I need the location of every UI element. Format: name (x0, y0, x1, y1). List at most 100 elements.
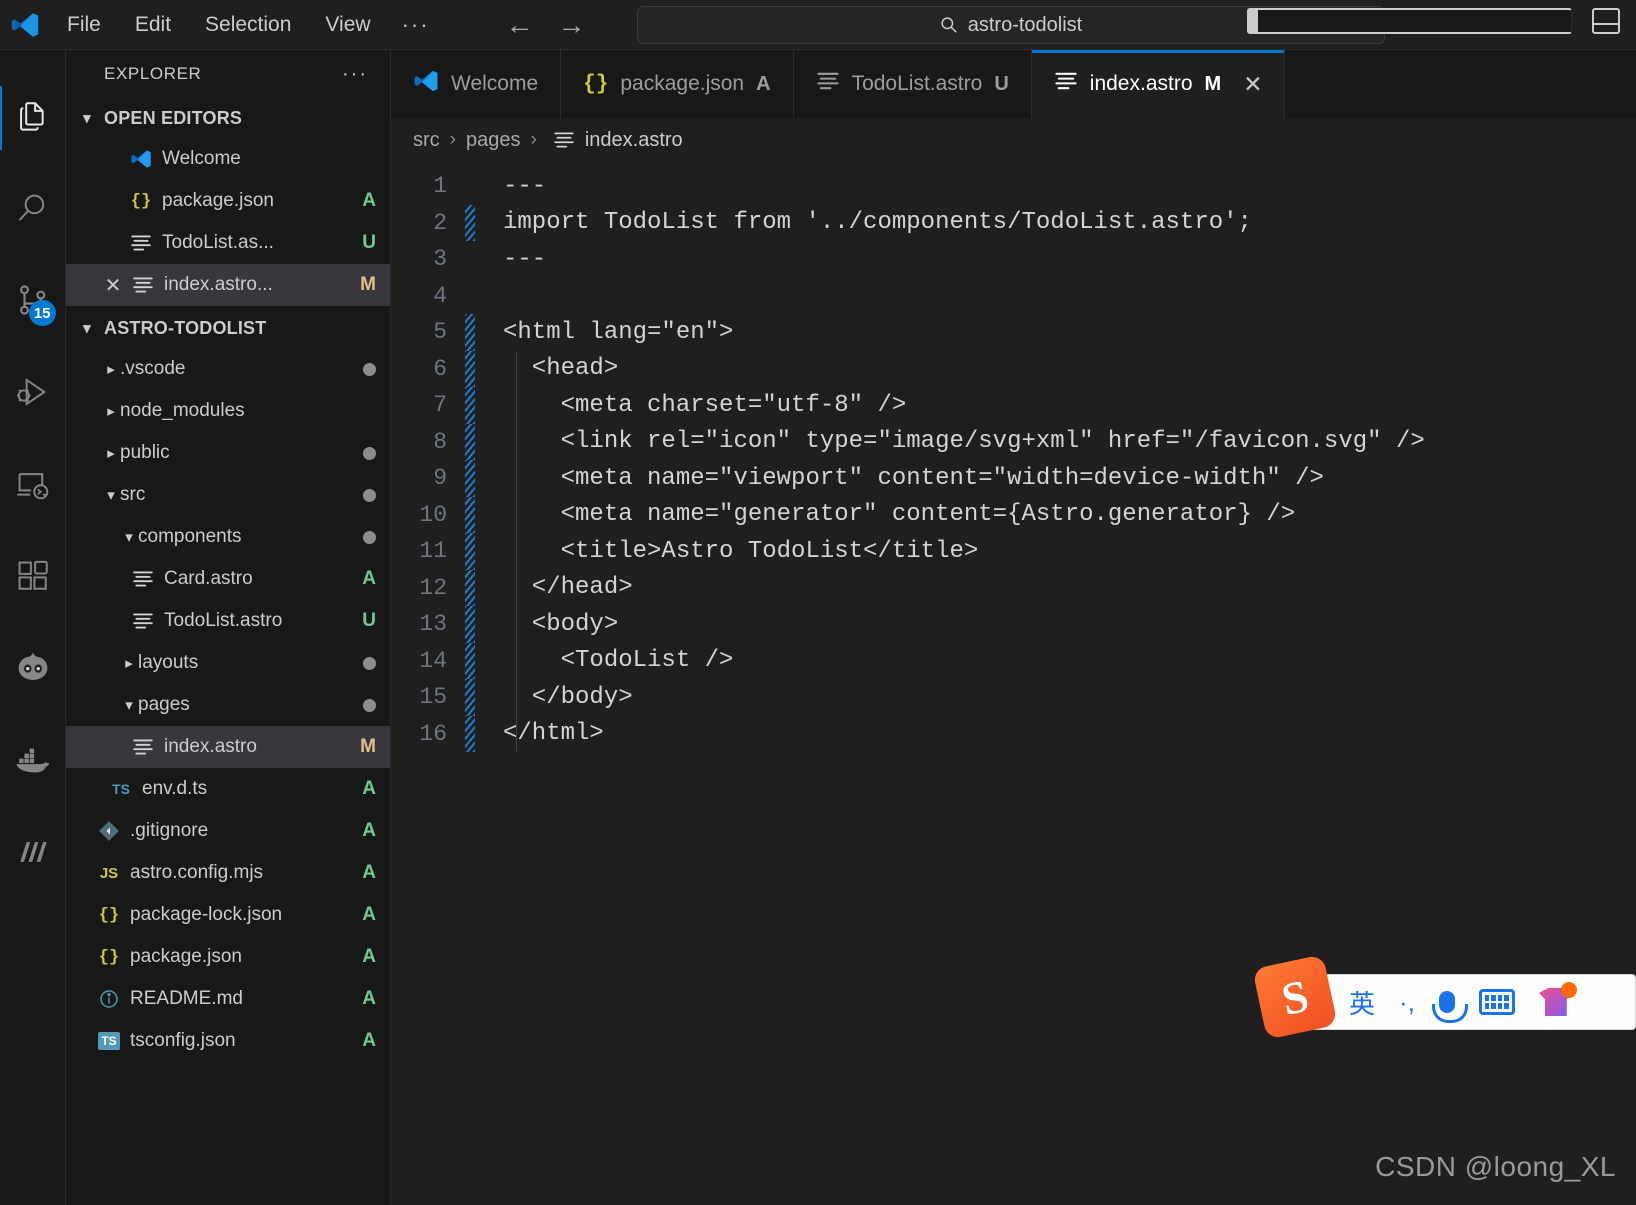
close-editor-icon[interactable]: ✕ (98, 273, 128, 298)
explorer-sidebar: EXPLORER ··· ▾ OPEN EDITORS Welcome {} p… (66, 50, 391, 1205)
sidebar-header: EXPLORER ··· (66, 50, 390, 98)
tree-item-label: index.astro (164, 736, 257, 757)
tree-item-index-astro[interactable]: index.astro M (66, 726, 390, 768)
chevron-right-icon: ▸ (125, 655, 133, 672)
dirty-diff-marker (465, 533, 475, 570)
json-icon: {} (98, 905, 120, 925)
tree-item-label: README.md (130, 988, 243, 1009)
tree-item-label: layouts (138, 652, 199, 673)
go-back-icon[interactable]: ← (506, 10, 534, 39)
skin-icon[interactable] (1538, 982, 1577, 1016)
astro-icon (128, 611, 158, 631)
toggle-primary-sidebar-icon[interactable] (1247, 8, 1572, 34)
folder-modified-dot (363, 656, 376, 670)
close-tab-icon[interactable]: ✕ (1243, 71, 1262, 98)
open-editor-package-json[interactable]: {} package.json A (66, 180, 390, 222)
activitybar-item-codegeex[interactable] (0, 624, 66, 716)
go-forward-icon[interactable]: → (558, 10, 586, 39)
tree-item-readme-md[interactable]: README.md A (66, 978, 390, 1020)
tree-item-label: public (120, 442, 170, 463)
dirty-diff-marker (465, 387, 475, 424)
tab-index-astro[interactable]: index.astro M ✕ (1031, 50, 1286, 118)
activitybar-item-extensions[interactable] (0, 532, 66, 624)
tab-status: M (1204, 72, 1222, 95)
tree-item-astro-config[interactable]: JS astro.config.mjs A (66, 852, 390, 894)
dirty-diff-marker (465, 460, 475, 497)
open-editor-todolist-astro[interactable]: TodoList.as... U (66, 222, 390, 264)
tab-todolist-astro[interactable]: TodoList.astro U (793, 50, 1032, 118)
tree-item-vscode[interactable]: ▸ .vscode (66, 348, 390, 390)
tree-item-label: Card.astro (164, 568, 253, 589)
json-icon: {} (98, 947, 120, 967)
activitybar-item-run-and-debug[interactable] (0, 348, 66, 440)
tree-item-src[interactable]: ▾ src (66, 474, 390, 516)
section-open-editors[interactable]: ▾ OPEN EDITORS (66, 98, 390, 138)
code-editor[interactable]: 1 --- 2 import TodoList from '../compone… (391, 162, 1636, 1205)
code-line-text: <meta name="generator" content={Astro.ge… (503, 501, 1296, 529)
chevron-down-icon: ▾ (107, 487, 115, 504)
tree-item-pages[interactable]: ▾ pages (66, 684, 390, 726)
tree-item-package-lock-json[interactable]: {} package-lock.json A (66, 894, 390, 936)
tree-item-gitignore[interactable]: .gitignore A (66, 810, 390, 852)
tree-item-status: A (362, 988, 376, 1009)
dirty-diff-marker (465, 350, 475, 387)
vscode-window: File Edit Selection View ··· ← → astro-t… (0, 0, 1636, 1205)
code-line-text: </html> (503, 720, 604, 748)
tree-item-status: M (360, 736, 376, 757)
activitybar-item-marscode[interactable] (0, 808, 66, 900)
keyboard-icon[interactable] (1478, 989, 1515, 1015)
tree-item-label: TodoList.astro (164, 610, 283, 631)
code-line: 13 <body> (391, 606, 1636, 643)
tree-item-env-d-ts[interactable]: TS env.d.ts A (66, 768, 390, 810)
tree-item-layouts[interactable]: ▸ layouts (66, 642, 390, 684)
open-editor-welcome[interactable]: Welcome (66, 138, 390, 180)
tree-item-package-json[interactable]: {} package.json A (66, 936, 390, 978)
activitybar-item-remote-explorer[interactable] (0, 440, 66, 532)
line-number: 13 (419, 611, 447, 638)
toggle-panel-icon[interactable] (1592, 8, 1620, 34)
activitybar-item-search[interactable] (0, 164, 66, 256)
tree-item-todolist-astro[interactable]: TodoList.astro U (66, 600, 390, 642)
code-line-text: --- (503, 245, 547, 273)
open-editor-index-astro[interactable]: ✕ index.astro... M (66, 264, 390, 306)
breadcrumb-item-src[interactable]: src (413, 129, 440, 152)
activitybar-item-docker[interactable] (0, 716, 66, 808)
section-project-root[interactable]: ▾ ASTRO-TODOLIST (66, 308, 390, 348)
open-editor-status: M (360, 274, 376, 295)
line-number: 8 (433, 428, 447, 455)
activitybar-item-source-control[interactable]: 15 (0, 256, 66, 348)
code-line: 5 <html lang="en"> (391, 314, 1636, 351)
menu-edit[interactable]: Edit (118, 9, 188, 41)
tree-item-components[interactable]: ▾ components (66, 516, 390, 558)
activitybar-item-explorer[interactable] (0, 72, 66, 164)
sogou-logo-icon[interactable]: S (1252, 954, 1338, 1040)
sidebar-more-actions-icon[interactable]: ··· (342, 63, 368, 86)
line-number: 3 (433, 246, 447, 273)
ime-language-mode[interactable]: 英 (1349, 984, 1375, 1021)
microphone-icon[interactable] (1431, 991, 1468, 1023)
tab-welcome[interactable]: Welcome (391, 50, 562, 118)
tree-item-card-astro[interactable]: Card.astro A (66, 558, 390, 600)
line-number: 1 (433, 173, 447, 200)
sogou-ime-bar[interactable]: S 英 ·, (1252, 954, 1636, 1040)
breadcrumb-item-pages[interactable]: pages (466, 129, 521, 152)
tree-item-tsconfig-json[interactable]: TS tsconfig.json A (66, 1020, 390, 1062)
menu-more-icon[interactable]: ··· (388, 8, 444, 42)
code-line: 2 import TodoList from '../components/To… (391, 204, 1636, 241)
tree-item-public[interactable]: ▸ public (66, 432, 390, 474)
breadcrumb-item-file[interactable]: index.astro (585, 129, 683, 152)
tree-item-node-modules[interactable]: ▸ node_modules (66, 390, 390, 432)
code-line-text: <meta charset="utf-8" /> (503, 391, 907, 419)
code-line: 14 <TodoList /> (391, 642, 1636, 679)
files-icon (16, 99, 50, 138)
code-line-text: <TodoList /> (503, 647, 734, 675)
tab-package-json[interactable]: {} package.json A (561, 50, 794, 118)
menu-file[interactable]: File (50, 9, 118, 41)
menu-selection[interactable]: Selection (188, 9, 308, 41)
line-number: 16 (419, 720, 447, 747)
open-editor-status: A (362, 190, 376, 211)
watermark-text: CSDN @loong_XL (1375, 1151, 1616, 1182)
menu-view[interactable]: View (308, 9, 387, 41)
ime-punctuation-toggle[interactable]: ·, (1399, 987, 1415, 1018)
editor-tab-bar: Welcome {} package.json A TodoList.astro… (391, 50, 1636, 118)
